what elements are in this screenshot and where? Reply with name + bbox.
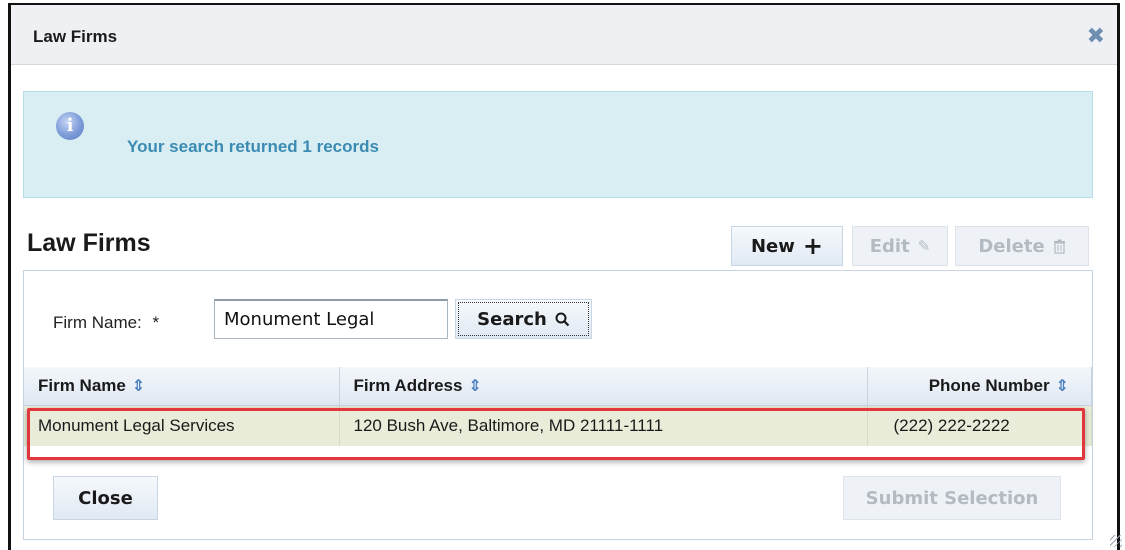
search-icon	[555, 312, 570, 326]
new-button-label: New	[750, 235, 795, 257]
close-icon[interactable]: ✖	[1087, 25, 1105, 47]
sort-icon: ⇕	[131, 377, 146, 395]
cell-firm-address: 120 Bush Ave, Baltimore, MD 21111-1111	[339, 405, 868, 446]
info-message-box: i Your search returned 1 records	[23, 91, 1093, 198]
column-header-firm-address[interactable]: Firm Address ⇕	[339, 367, 868, 406]
column-header-label: Phone Number	[928, 375, 1050, 395]
search-row: Firm Name: * Search	[24, 271, 1092, 367]
search-button[interactable]: Search	[455, 299, 592, 339]
column-header-label: Firm Name	[38, 375, 126, 395]
info-message: Your search returned 1 records	[127, 137, 379, 156]
submit-selection-button[interactable]: Submit Selection	[843, 476, 1061, 520]
column-header-phone-number[interactable]: Phone Number ⇕	[867, 367, 1092, 406]
plus-icon: +	[802, 232, 823, 260]
trash-icon	[1053, 239, 1065, 254]
law-firms-table: Firm Name ⇕ Firm Address ⇕ Phone Number ⇕ M…	[24, 367, 1092, 446]
delete-button-label: Delete	[978, 235, 1045, 257]
section-title: Law Firms	[27, 229, 151, 257]
required-mark: *	[152, 313, 160, 332]
firm-name-search-label: Firm Name: *	[53, 313, 159, 333]
search-button-label: Search	[477, 308, 547, 330]
column-header-label: Firm Address	[353, 375, 463, 395]
resize-grip-icon[interactable]	[1110, 535, 1122, 547]
sort-icon: ⇕	[468, 377, 482, 395]
sort-icon: ⇕	[1055, 377, 1069, 395]
dialog-titlebar: Law Firms ✖	[11, 5, 1117, 65]
cell-phone-number: (222) 222-2222	[867, 405, 1092, 446]
new-button[interactable]: New +	[731, 226, 843, 266]
delete-button[interactable]: Delete	[955, 226, 1089, 266]
firm-name-search-input[interactable]	[214, 299, 448, 339]
column-header-firm-name[interactable]: Firm Name ⇕	[24, 367, 340, 406]
close-button[interactable]: Close	[53, 476, 158, 520]
cell-firm-name: Monument Legal Services	[24, 405, 340, 446]
firm-name-label-text: Firm Name:	[53, 313, 142, 332]
info-icon: i	[56, 112, 84, 140]
edit-button[interactable]: Edit ✎	[852, 226, 948, 266]
table-header-row: Firm Name ⇕ Firm Address ⇕ Phone Number ⇕	[24, 367, 1092, 406]
edit-button-label: Edit	[869, 235, 910, 257]
table-row[interactable]: Monument Legal Services 120 Bush Ave, Ba…	[24, 405, 1092, 446]
dialog-title: Law Firms	[33, 27, 118, 46]
edit-icon: ✎	[917, 237, 931, 255]
